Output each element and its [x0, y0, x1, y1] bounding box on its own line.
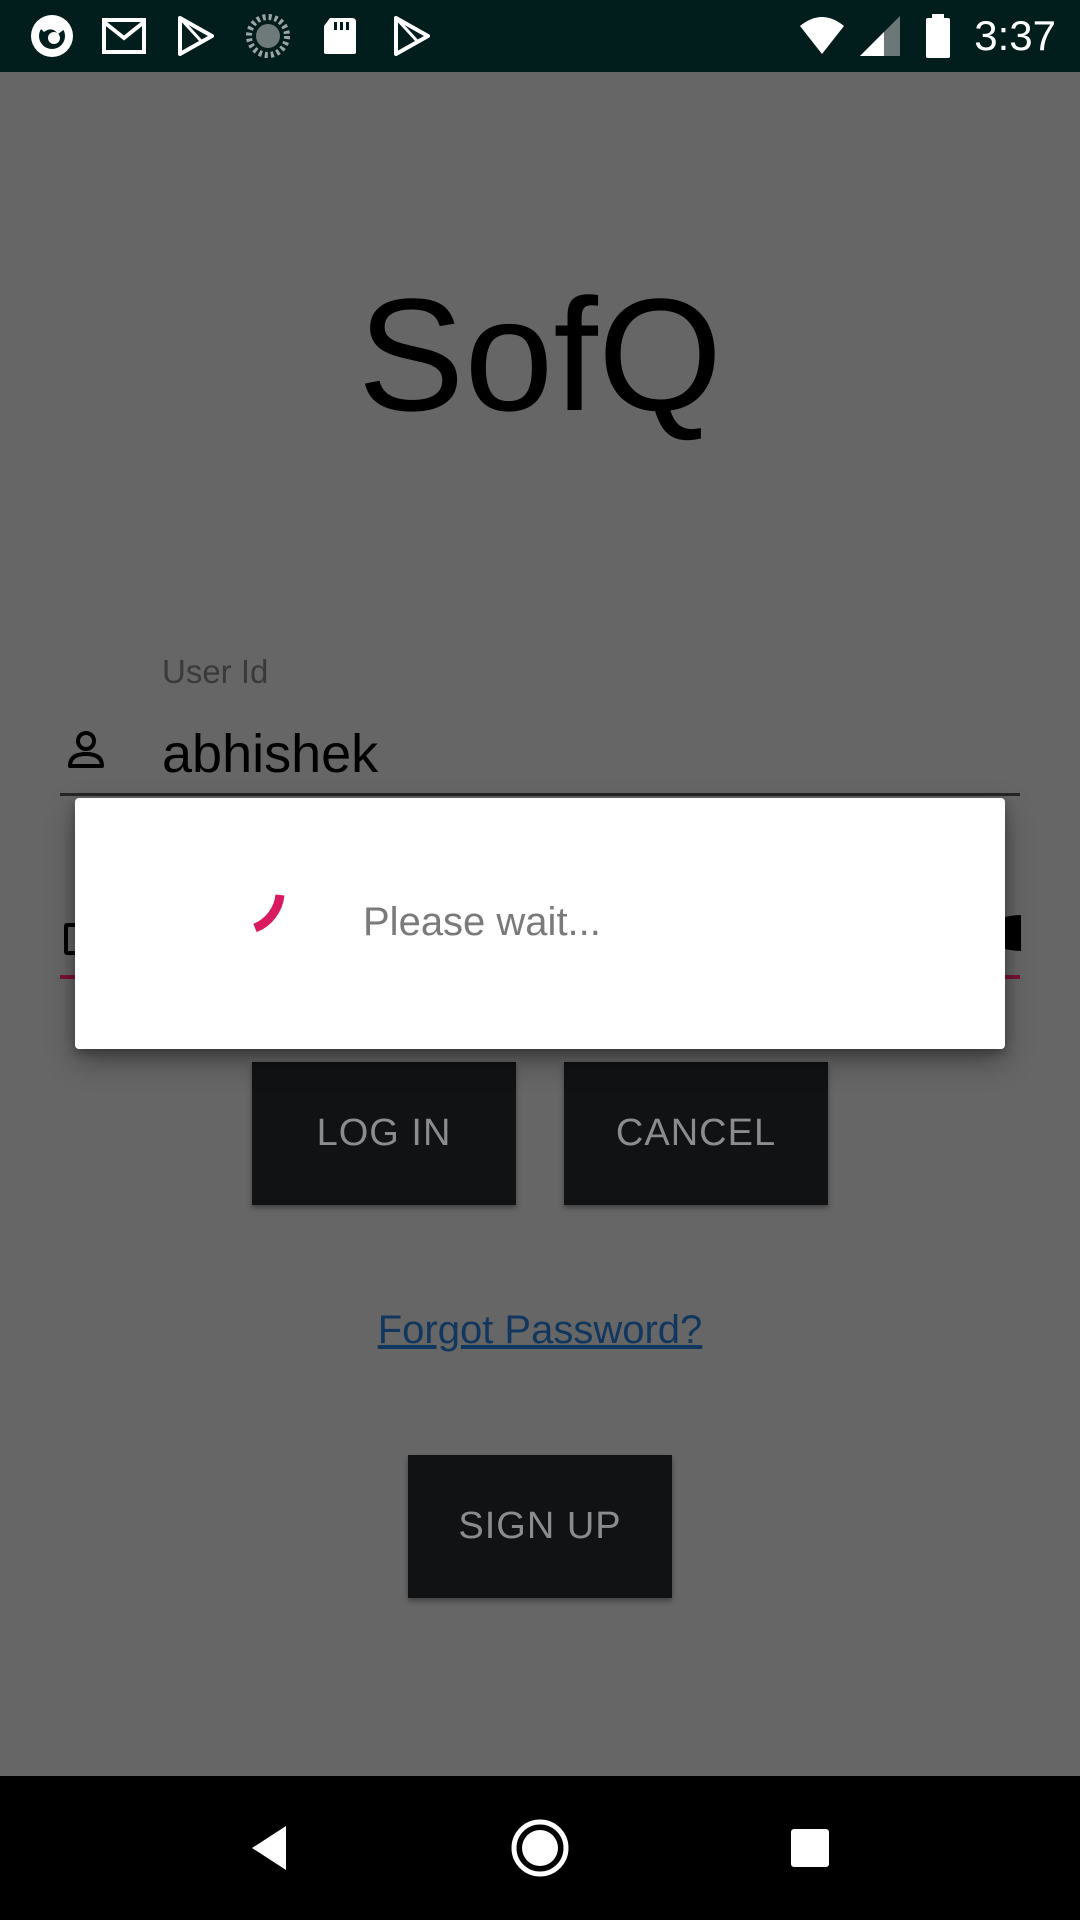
- home-icon[interactable]: [504, 1812, 576, 1884]
- cell-signal-icon: [856, 12, 904, 60]
- app-title: SofQ: [357, 265, 723, 444]
- forgot-password-link[interactable]: Forgot Password?: [0, 1305, 1080, 1355]
- dialog-message: Please wait...: [363, 900, 601, 944]
- play-store-icon: [172, 12, 220, 60]
- cancel-button[interactable]: CANCEL: [564, 1062, 828, 1205]
- user-id-input[interactable]: [162, 720, 1012, 788]
- status-clock: 3:37: [974, 12, 1056, 59]
- navigation-bar: [0, 1776, 1080, 1920]
- battery-icon: [914, 12, 962, 60]
- signup-button[interactable]: SIGN UP: [408, 1455, 672, 1598]
- wifi-icon: [798, 12, 846, 60]
- status-bar: 3:37: [0, 0, 1080, 72]
- gmail-icon: [100, 12, 148, 60]
- person-icon: [62, 726, 110, 774]
- progress-dialog: Please wait...: [75, 798, 1005, 1049]
- play-store-icon: [388, 12, 436, 60]
- back-icon[interactable]: [234, 1812, 306, 1884]
- recents-icon[interactable]: [774, 1812, 846, 1884]
- user-id-underline: [60, 793, 1020, 796]
- login-button[interactable]: LOG IN: [252, 1062, 516, 1205]
- user-id-label: User Id: [162, 653, 269, 690]
- blue-ring-app-icon: [28, 12, 76, 60]
- progress-spinner: [215, 873, 315, 973]
- sync-progress-icon: [244, 12, 292, 60]
- sd-card-icon: [316, 12, 364, 60]
